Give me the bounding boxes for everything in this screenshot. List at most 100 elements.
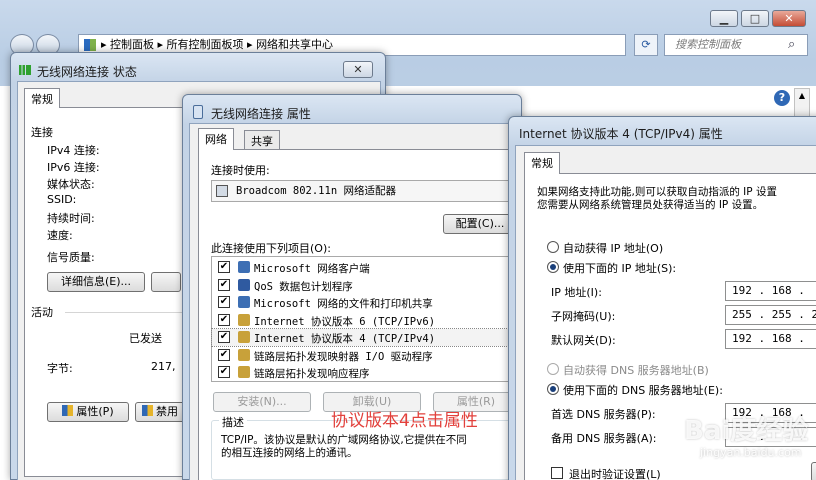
dialog-body: 网络 共享 连接时使用: Broadcom 802.11n 网络适配器 配置(C… bbox=[189, 123, 519, 480]
subnet-mask-input[interactable]: 255 . 255 . 255 bbox=[725, 305, 816, 325]
auto-ip-radio[interactable] bbox=[547, 241, 559, 253]
breadcrumb-control-panel[interactable]: 控制面板 bbox=[110, 38, 154, 51]
item-label: Microsoft 网络的文件和打印机共享 bbox=[254, 298, 433, 310]
item-checkbox[interactable]: ✔ bbox=[218, 366, 230, 378]
tab-general[interactable]: 常规 bbox=[524, 152, 560, 174]
close-button[interactable]: ✕ bbox=[343, 61, 373, 78]
watermark-url: jingyan.baidu.com bbox=[700, 446, 802, 459]
ip-address-label: IP 地址(I): bbox=[551, 286, 602, 299]
validate-label: 退出时验证设置(L) bbox=[569, 468, 661, 480]
validate-checkbox[interactable] bbox=[551, 467, 563, 479]
item-checkbox[interactable]: ✔ bbox=[218, 278, 230, 291]
properties-button[interactable]: 属性(P) bbox=[47, 402, 129, 422]
gateway-label: 默认网关(D): bbox=[551, 334, 616, 347]
ssid-label: SSID: bbox=[47, 193, 77, 206]
list-item[interactable]: ✔ Internet 协议版本 6 (TCP/IPv6) bbox=[212, 312, 516, 329]
item-label: 链路层拓扑发现响应程序 bbox=[254, 368, 370, 380]
ipv6-connectivity-label: IPv6 连接: bbox=[47, 161, 100, 174]
tab-general[interactable]: 常规 bbox=[24, 88, 60, 108]
item-label: Internet 协议版本 4 (TCP/IPv4) bbox=[254, 333, 436, 345]
maximize-button[interactable]: □ bbox=[741, 10, 769, 27]
media-state-label: 媒体状态: bbox=[47, 178, 95, 191]
preferred-dns-label: 首选 DNS 服务器(P): bbox=[551, 408, 656, 421]
list-item[interactable]: ✔ QoS 数据包计划程序 bbox=[212, 277, 516, 294]
manual-dns-label: 使用下面的 DNS 服务器地址(E): bbox=[563, 384, 723, 397]
signal-quality-label: 信号质量: bbox=[47, 251, 95, 264]
breadcrumb-all-items[interactable]: 所有控制面板项 bbox=[167, 38, 244, 51]
manual-dns-radio[interactable] bbox=[547, 383, 559, 395]
ip-address-input[interactable]: 192 . 168 . 1 bbox=[725, 281, 816, 301]
close-button[interactable]: ✕ bbox=[772, 10, 806, 27]
install-button[interactable]: 安装(N)... bbox=[213, 392, 311, 412]
tab-panel: 连接时使用: Broadcom 802.11n 网络适配器 配置(C)... 此… bbox=[198, 149, 519, 480]
activity-heading: 活动 bbox=[31, 306, 53, 319]
subnet-mask-label: 子网掩码(U): bbox=[551, 310, 616, 323]
refresh-button[interactable]: ⟳ bbox=[634, 34, 658, 56]
dialog-title: Internet 协议版本 4 (TCP/IPv4) 属性 bbox=[519, 127, 723, 141]
description-text: 的相互连接的网络上的通讯。 bbox=[221, 447, 358, 459]
advanced-button[interactable] bbox=[811, 462, 816, 480]
minimize-button[interactable]: ▁ bbox=[710, 10, 738, 27]
item-checkbox[interactable]: ✔ bbox=[218, 313, 230, 326]
alternate-dns-label: 备用 DNS 服务器(A): bbox=[551, 432, 657, 445]
breadcrumb-separator: ▸ bbox=[101, 38, 111, 51]
tab-sharing[interactable]: 共享 bbox=[244, 130, 280, 150]
uac-shield-icon bbox=[62, 405, 74, 416]
auto-dns-label: 自动获得 DNS 服务器地址(B) bbox=[563, 364, 709, 377]
connect-using-label: 连接时使用: bbox=[211, 164, 270, 177]
protocol-icon bbox=[238, 348, 250, 361]
connection-heading: 连接 bbox=[31, 126, 53, 139]
tab-networking[interactable]: 网络 bbox=[198, 128, 234, 150]
list-item[interactable]: ✔ Microsoft 网络客户端 bbox=[212, 259, 516, 276]
auto-ip-label: 自动获得 IP 地址(O) bbox=[563, 242, 664, 255]
item-checkbox[interactable]: ✔ bbox=[218, 261, 230, 273]
bytes-label: 字节: bbox=[47, 362, 73, 375]
speed-label: 速度: bbox=[47, 229, 73, 242]
dialog-title: 无线网络连接 状态 bbox=[37, 65, 137, 79]
file-sharing-icon bbox=[238, 296, 250, 308]
manual-ip-radio[interactable] bbox=[547, 261, 559, 273]
scrollbar[interactable]: ▲ bbox=[794, 88, 810, 118]
description-heading: 描述 bbox=[219, 414, 247, 430]
bytes-sent-value: 217, bbox=[151, 360, 176, 373]
help-icon[interactable]: ? bbox=[774, 90, 790, 106]
properties-dialog: 无线网络连接 属性 网络 共享 连接时使用: Broadcom 802.11n … bbox=[182, 94, 522, 480]
annotation-text: 协议版本4点击属性 bbox=[331, 411, 478, 431]
breadcrumb-network-center[interactable]: 网络和共享中心 bbox=[256, 38, 333, 51]
gateway-input[interactable]: 192 . 168 . 1 bbox=[725, 329, 816, 349]
sent-label: 已发送 bbox=[129, 332, 162, 345]
uac-shield-icon bbox=[142, 405, 153, 416]
protocol-icon bbox=[238, 313, 250, 326]
manual-ip-label: 使用下面的 IP 地址(S): bbox=[563, 262, 677, 275]
dialog-title: 无线网络连接 属性 bbox=[211, 107, 311, 121]
adapter-icon bbox=[216, 185, 228, 197]
list-item[interactable]: ✔ 链路层拓扑发现响应程序 bbox=[212, 364, 516, 381]
items-label: 此连接使用下列项目(O): bbox=[211, 242, 331, 255]
details-button[interactable]: 详细信息(E)... bbox=[47, 272, 145, 292]
disable-button-label: 禁用 bbox=[156, 405, 178, 418]
item-label: QoS 数据包计划程序 bbox=[254, 280, 353, 293]
item-label: Microsoft 网络客户端 bbox=[254, 263, 370, 275]
item-checkbox[interactable]: ✔ bbox=[218, 348, 230, 361]
list-item[interactable]: ✔ Internet 协议版本 4 (TCP/IPv4) bbox=[211, 328, 517, 347]
item-label: 链路层拓扑发现映射器 I/O 驱动程序 bbox=[254, 350, 433, 363]
wireless-properties-button[interactable] bbox=[151, 272, 181, 292]
intro-text: 您需要从网络系统管理员处获得适当的 IP 设置。 bbox=[537, 199, 764, 211]
item-checkbox[interactable]: ✔ bbox=[218, 331, 230, 343]
configure-button[interactable]: 配置(C)... bbox=[443, 214, 517, 234]
search-icon[interactable]: ⌕ bbox=[788, 37, 795, 52]
item-label: Internet 协议版本 6 (TCP/IPv6) bbox=[254, 315, 436, 328]
item-checkbox[interactable]: ✔ bbox=[218, 296, 230, 308]
search-input[interactable]: 搜索控制面板 bbox=[664, 34, 808, 56]
duration-label: 持续时间: bbox=[47, 212, 95, 225]
list-item[interactable]: ✔ Microsoft 网络的文件和打印机共享 bbox=[212, 294, 516, 311]
adapter-name: Broadcom 802.11n 网络适配器 bbox=[236, 185, 396, 197]
watermark-logo: Bai度经验 bbox=[684, 416, 809, 446]
auto-dns-radio[interactable] bbox=[547, 363, 559, 375]
network-adapter-icon bbox=[193, 105, 203, 119]
signal-icon bbox=[19, 65, 31, 75]
network-client-icon bbox=[238, 261, 250, 273]
adapter-field: Broadcom 802.11n 网络适配器 bbox=[211, 180, 517, 202]
list-item[interactable]: ✔ 链路层拓扑发现映射器 I/O 驱动程序 bbox=[212, 347, 516, 364]
divider bbox=[65, 312, 185, 313]
